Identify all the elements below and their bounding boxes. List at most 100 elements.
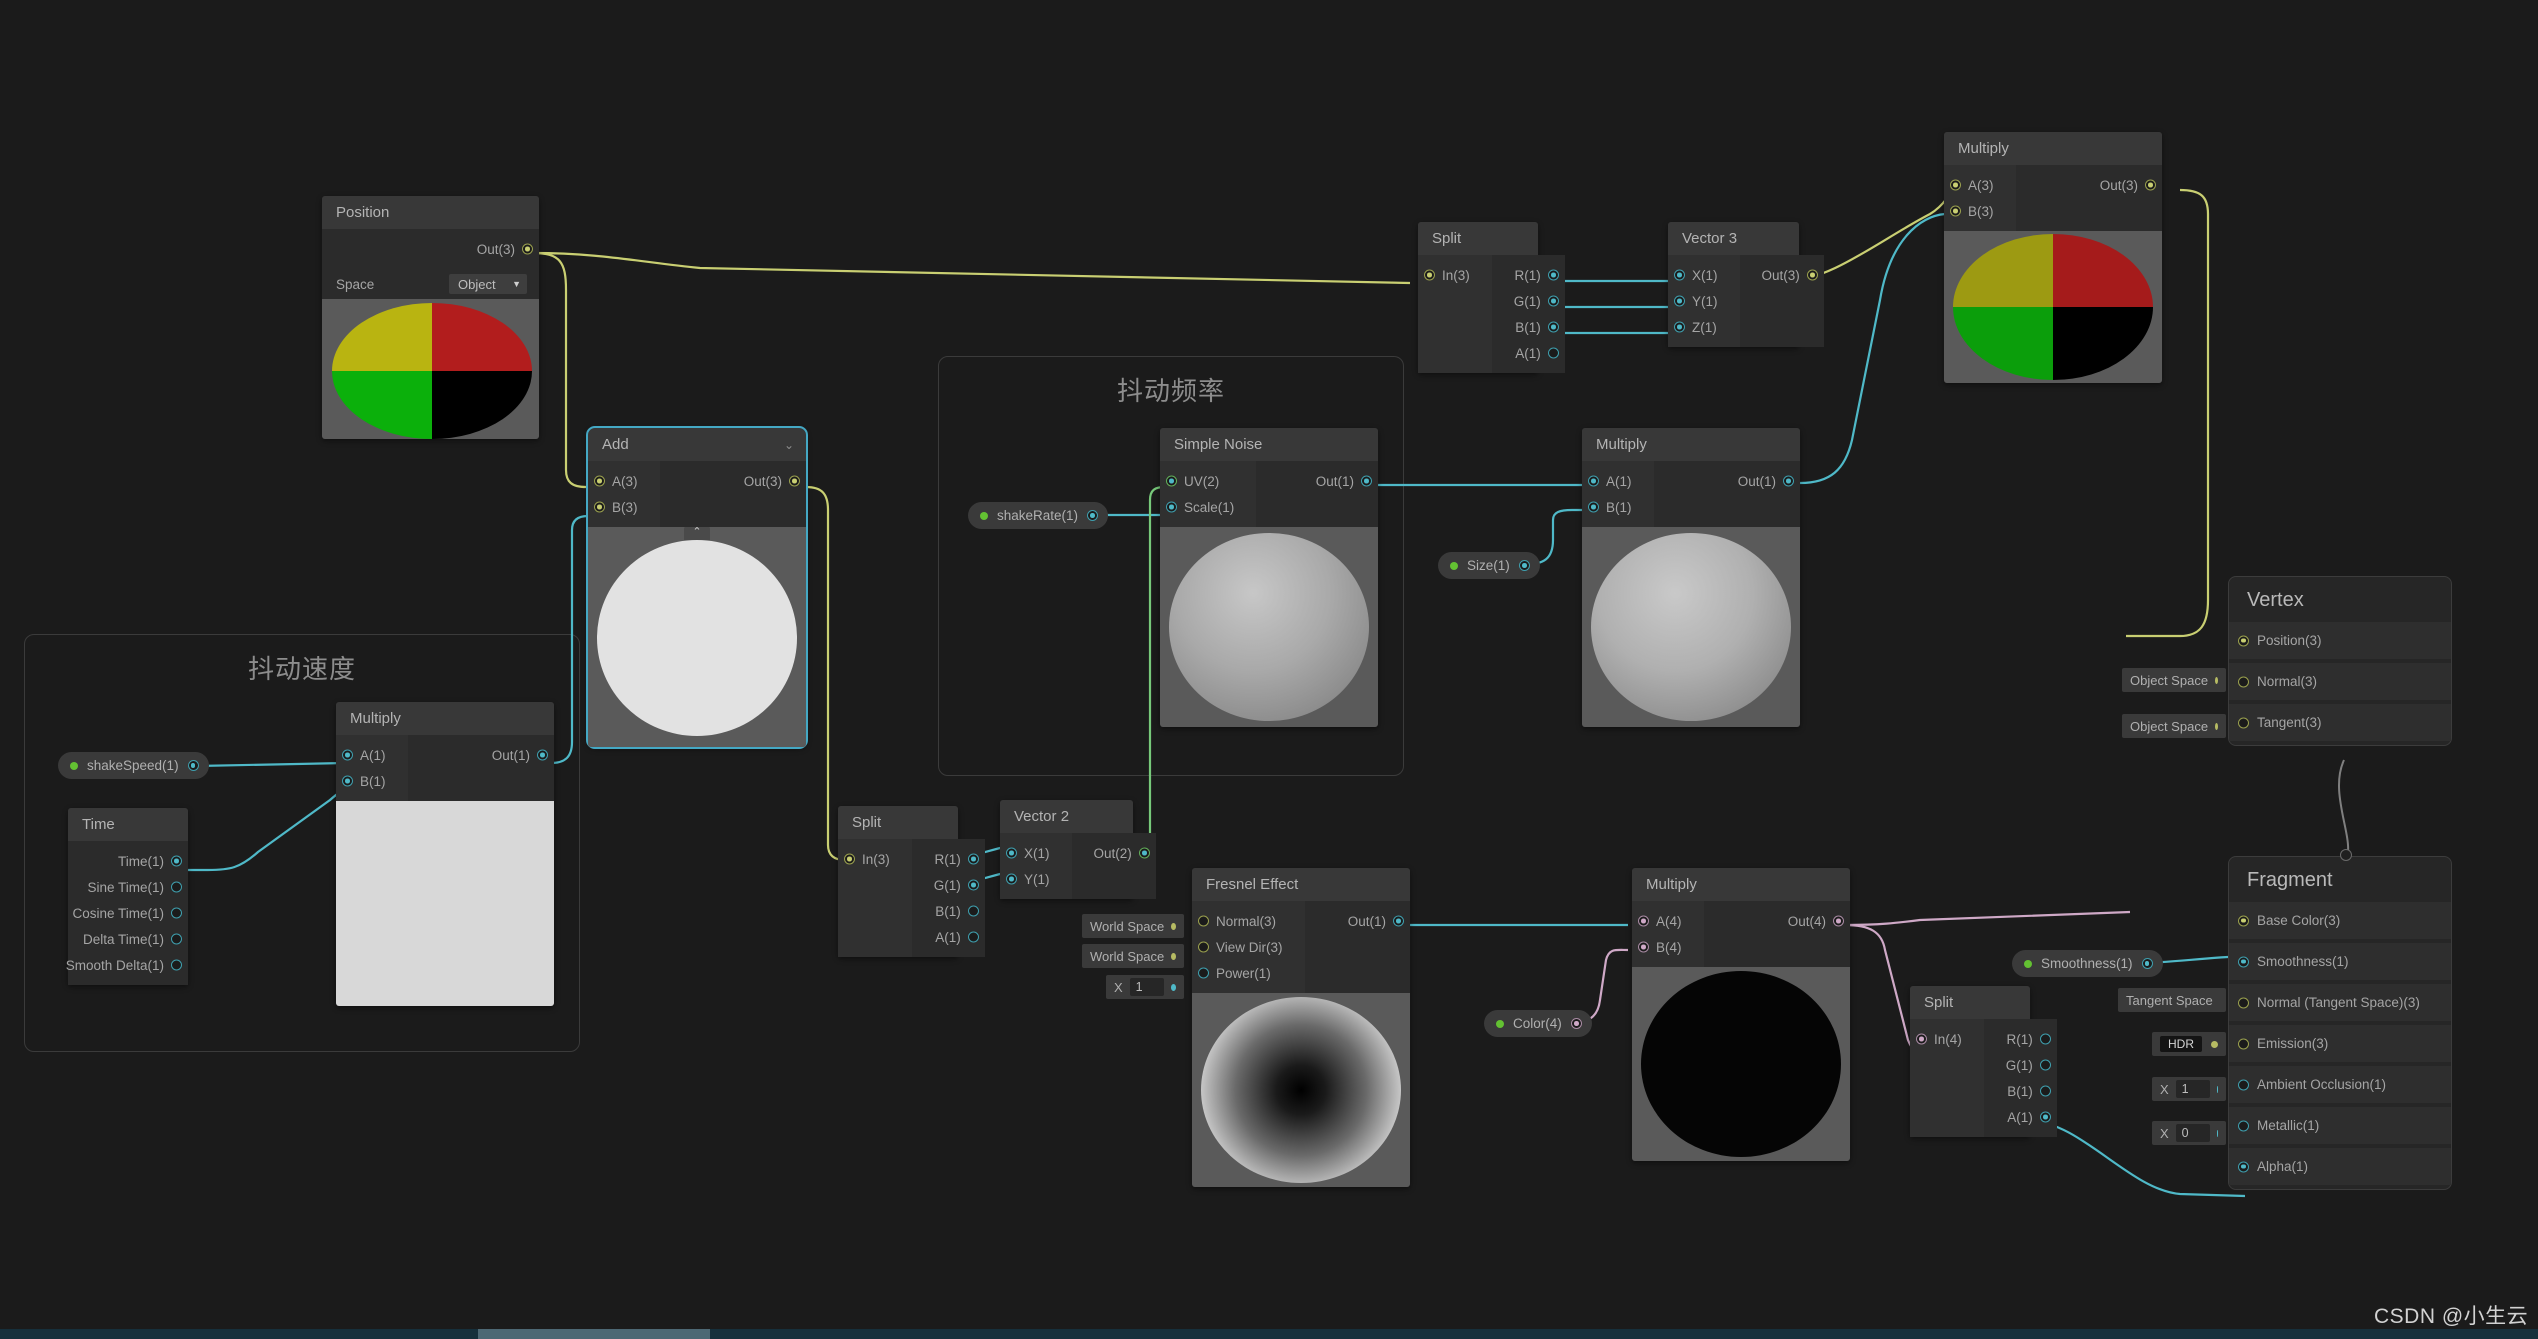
- port-out-multiply-speed-out[interactable]: [537, 749, 548, 761]
- slot-out-time-smooth-delta[interactable]: Smooth Delta(1): [66, 952, 188, 978]
- port-in-fresnel-viewdir[interactable]: [1198, 941, 1209, 953]
- master-row-emission[interactable]: Emission(3): [2229, 1025, 2451, 1062]
- slot-out-time-time[interactable]: Time(1): [68, 848, 188, 874]
- slot-in-vector3-z[interactable]: Z(1): [1668, 314, 1740, 340]
- node-multiply-color-header[interactable]: Multiply: [1632, 868, 1850, 901]
- slot-out-split-top-g[interactable]: G(1): [1492, 288, 1565, 314]
- property-size[interactable]: Size(1): [1438, 552, 1540, 579]
- property-shake-speed[interactable]: shakeSpeed(1): [58, 752, 209, 779]
- node-fresnel-header[interactable]: Fresnel Effect: [1192, 868, 1410, 901]
- port-out-multiply-color-out[interactable]: [1833, 915, 1844, 927]
- node-split-bottom-header[interactable]: Split: [1910, 986, 2030, 1019]
- slot-out-split-mid-a[interactable]: A(1): [912, 924, 985, 950]
- fragment-ambient-occlusion-field[interactable]: X 1: [2152, 1077, 2226, 1101]
- slot-out-multiply-speed-out[interactable]: Out(1): [470, 742, 554, 768]
- slot-in-vector3-y[interactable]: Y(1): [1668, 288, 1740, 314]
- property-smoothness[interactable]: Smoothness(1): [2012, 950, 2163, 977]
- fresnel-power-input[interactable]: 1: [1129, 978, 1164, 996]
- slot-out-position-out[interactable]: Out(3): [322, 236, 539, 262]
- slot-out-split-mid-g[interactable]: G(1): [912, 872, 985, 898]
- slot-in-multiply-color-b[interactable]: B(4): [1632, 934, 1704, 960]
- shader-graph-canvas[interactable]: 抖动频率 抖动速度 Position Out(3) Space Object ▼…: [0, 0, 2538, 1339]
- port-in-metallic[interactable]: [2238, 1120, 2249, 1131]
- fresnel-normal-space-field[interactable]: World Space: [1082, 914, 1184, 938]
- port-in-base-color[interactable]: [2238, 915, 2249, 926]
- port-in-vector3-z[interactable]: [1674, 321, 1685, 333]
- node-time-header[interactable]: Time: [68, 808, 188, 841]
- port-out-split-mid-b[interactable]: [967, 905, 979, 917]
- node-multiply-noise[interactable]: Multiply A(1) B(1) Out(1): [1582, 428, 1800, 727]
- port-in-split-bottom-in[interactable]: [1916, 1033, 1927, 1045]
- node-vector3-header[interactable]: Vector 3: [1668, 222, 1799, 255]
- port-out-split-top-a[interactable]: [1547, 347, 1559, 359]
- port-out-split-bottom-a[interactable]: [2039, 1111, 2051, 1123]
- fragment-metallic-field[interactable]: X 0: [2152, 1121, 2226, 1145]
- slot-in-multiply-color-a[interactable]: A(4): [1632, 908, 1704, 934]
- slot-out-split-mid-b[interactable]: B(1): [912, 898, 985, 924]
- port-out-time-sine[interactable]: [171, 881, 182, 893]
- slot-out-vector2-out[interactable]: Out(2): [1072, 840, 1156, 866]
- slot-in-fresnel-viewdir[interactable]: View Dir(3): [1192, 934, 1305, 960]
- slot-in-multiply-top-b[interactable]: B(3): [1944, 198, 2016, 224]
- port-in-multiply-color-a[interactable]: [1638, 915, 1649, 927]
- node-split-top[interactable]: Split In(3) R(1) G(1) B(1) A(1): [1418, 222, 1565, 373]
- node-vector2-header[interactable]: Vector 2: [1000, 800, 1133, 833]
- master-node-fragment[interactable]: Fragment Base Color(3) Smoothness(1) Nor…: [2228, 849, 2452, 1190]
- slot-in-add-b[interactable]: B(3): [588, 494, 660, 520]
- port-out-time-cosine[interactable]: [171, 907, 182, 919]
- port-out-time-delta[interactable]: [171, 933, 182, 945]
- port-out-multiply-top-out[interactable]: [2145, 179, 2156, 191]
- port-in-vertex-tangent[interactable]: [2238, 717, 2249, 728]
- port-out-vector2-out[interactable]: [1138, 847, 1150, 859]
- master-row-vertex-tangent[interactable]: Tangent(3): [2229, 704, 2451, 741]
- taskbar-active-window[interactable]: [478, 1329, 710, 1339]
- hdr-badge[interactable]: HDR: [2160, 1036, 2202, 1052]
- port-in-fresnel-normal[interactable]: [1198, 915, 1209, 927]
- port-out-vector3-out[interactable]: [1806, 269, 1818, 281]
- node-multiply-speed-header[interactable]: Multiply: [336, 702, 554, 735]
- port-out-smoothness[interactable]: [2141, 958, 2153, 969]
- fresnel-viewdir-space-field[interactable]: World Space: [1082, 944, 1184, 968]
- port-in-multiply-top-a[interactable]: [1950, 179, 1961, 191]
- node-split-top-header[interactable]: Split: [1418, 222, 1538, 255]
- port-in-multiply-speed-b[interactable]: [342, 775, 353, 787]
- slot-out-split-bottom-g[interactable]: G(1): [1984, 1052, 2057, 1078]
- port-out-split-top-g[interactable]: [1547, 295, 1559, 307]
- port-in-vector3-y[interactable]: [1674, 295, 1685, 307]
- slot-out-multiply-top-out[interactable]: Out(3): [2078, 172, 2162, 198]
- node-add-header[interactable]: Add ⌄: [588, 428, 806, 461]
- port-in-smoothness[interactable]: [2238, 956, 2249, 967]
- port-out-split-mid-g[interactable]: [967, 879, 979, 891]
- port-in-multiply-noise-a[interactable]: [1588, 475, 1599, 487]
- port-out-time-time[interactable]: [171, 855, 182, 867]
- port-in-multiply-top-b[interactable]: [1950, 205, 1961, 217]
- master-row-base-color[interactable]: Base Color(3): [2229, 902, 2451, 939]
- node-vector3[interactable]: Vector 3 X(1) Y(1) Z(1) Out(3): [1668, 222, 1824, 347]
- slot-out-multiply-color-out[interactable]: Out(4): [1766, 908, 1850, 934]
- fresnel-power-field[interactable]: X 1: [1106, 975, 1184, 999]
- node-fresnel-effect[interactable]: Fresnel Effect Normal(3) View Dir(3) Pow…: [1192, 868, 1410, 1187]
- port-in-vector3-x[interactable]: [1674, 269, 1685, 281]
- metallic-input[interactable]: 0: [2175, 1124, 2210, 1142]
- slot-in-vector3-x[interactable]: X(1): [1668, 262, 1740, 288]
- taskbar[interactable]: [0, 1329, 2538, 1339]
- port-in-normal-tangent-space[interactable]: [2238, 997, 2249, 1008]
- slot-in-split-bottom-in[interactable]: In(4): [1910, 1026, 1984, 1052]
- port-in-add-a[interactable]: [594, 475, 605, 487]
- node-split-mid[interactable]: Split In(3) R(1) G(1) B(1) A(1): [838, 806, 985, 957]
- slot-out-split-bottom-b[interactable]: B(1): [1984, 1078, 2057, 1104]
- master-row-normal-tangent-space[interactable]: Normal (Tangent Space)(3): [2229, 984, 2451, 1021]
- slot-in-split-top-in[interactable]: In(3): [1418, 262, 1492, 288]
- port-in-split-top-in[interactable]: [1424, 269, 1435, 281]
- collapse-preview-button[interactable]: ⌃: [684, 527, 710, 540]
- node-multiply-color[interactable]: Multiply A(4) B(4) Out(4): [1632, 868, 1850, 1161]
- master-row-alpha[interactable]: Alpha(1): [2229, 1148, 2451, 1185]
- port-out-shake-speed[interactable]: [187, 760, 199, 771]
- port-out-split-bottom-r[interactable]: [2039, 1033, 2051, 1045]
- node-position-space-row[interactable]: Space Object ▼: [322, 269, 539, 299]
- node-position-header[interactable]: Position: [322, 196, 539, 229]
- property-color[interactable]: Color(4): [1484, 1010, 1592, 1037]
- slot-out-time-delta[interactable]: Delta Time(1): [68, 926, 188, 952]
- slot-out-multiply-noise-out[interactable]: Out(1): [1716, 468, 1800, 494]
- port-out-fresnel-out[interactable]: [1393, 915, 1404, 927]
